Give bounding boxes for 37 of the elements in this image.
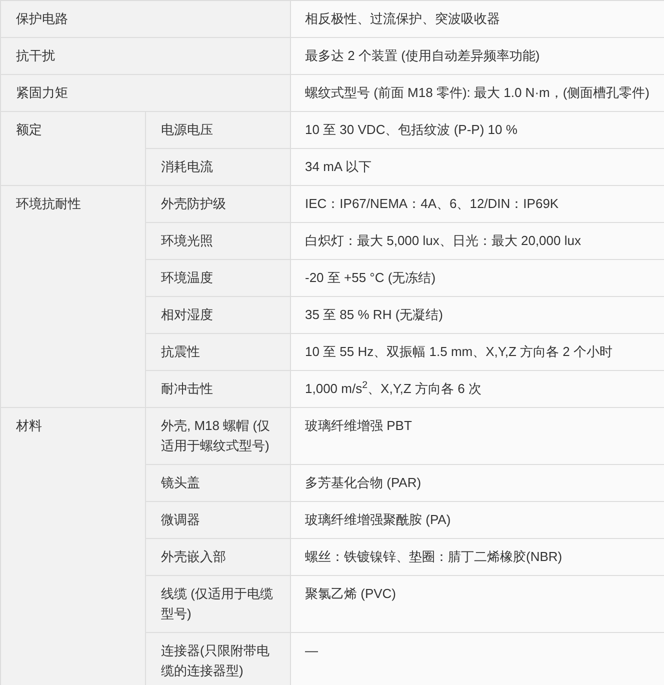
row-value: 聚氯乙烯 (PVC) bbox=[290, 576, 664, 632]
row-label: 保护电路 bbox=[0, 0, 290, 38]
row-label: 外壳防护级 bbox=[146, 186, 290, 222]
row-label: 抗震性 bbox=[146, 334, 290, 370]
row-label: 连接器(只限附带电缆的连接器型) bbox=[146, 632, 290, 685]
row-value: 1,000 m/s$^{2}$、X,Y,Z 方向各 6 次 bbox=[290, 370, 664, 408]
row-label: 环境温度 bbox=[146, 260, 290, 296]
row-value: 玻璃纤维增强聚酰胺 (PA) bbox=[290, 502, 664, 538]
row-label: 外壳嵌入部 bbox=[146, 538, 290, 576]
row-value: 相反极性、过流保护、突波吸收器 bbox=[290, 0, 664, 38]
row-label: 抗干扰 bbox=[0, 38, 290, 74]
row-label: 外壳, M18 螺帽 (仅适用于螺纹式型号) bbox=[146, 408, 290, 464]
row-value: IEC：IP67/NEMA：4A、6、12/DIN：IP69K bbox=[290, 186, 664, 222]
row-value: 螺丝：铁镀镍锌、垫圈：腈丁二烯橡胶(NBR) bbox=[290, 538, 664, 576]
row-label: 环境光照 bbox=[146, 222, 290, 260]
group-label: 额定 bbox=[0, 112, 146, 186]
row-label: 线缆 (仅适用于电缆型号) bbox=[146, 576, 290, 632]
row-value: 白炽灯：最大 5,000 lux、日光：最大 20,000 lux bbox=[290, 222, 664, 260]
row-value: 螺纹式型号 (前面 M18 零件): 最大 1.0 N·m，(侧面槽孔零件) bbox=[290, 74, 664, 112]
row-value: — bbox=[290, 632, 664, 685]
row-label: 镜头盖 bbox=[146, 464, 290, 502]
row-value: 最多达 2 个装置 (使用自动差异频率功能) bbox=[290, 38, 664, 74]
group-label: 环境抗耐性 bbox=[0, 186, 146, 408]
row-label: 相对湿度 bbox=[146, 296, 290, 334]
row-value: 35 至 85 % RH (无凝结) bbox=[290, 296, 664, 334]
row-label: 消耗电流 bbox=[146, 148, 290, 186]
row-value: 10 至 55 Hz、双振幅 1.5 mm、X,Y,Z 方向各 2 个小时 bbox=[290, 334, 664, 370]
row-label: 耐冲击性 bbox=[146, 370, 290, 408]
row-label: 微调器 bbox=[146, 502, 290, 538]
row-label: 电源电压 bbox=[146, 112, 290, 148]
row-value: 多芳基化合物 (PAR) bbox=[290, 464, 664, 502]
row-value: 玻璃纤维增强 PBT bbox=[290, 408, 664, 464]
row-value: -20 至 +55 °C (无冻结) bbox=[290, 260, 664, 296]
row-label: 紧固力矩 bbox=[0, 74, 290, 112]
row-value: 34 mA 以下 bbox=[290, 148, 664, 186]
row-value: 10 至 30 VDC、包括纹波 (P-P) 10 % bbox=[290, 112, 664, 148]
group-label: 材料 bbox=[0, 408, 146, 685]
